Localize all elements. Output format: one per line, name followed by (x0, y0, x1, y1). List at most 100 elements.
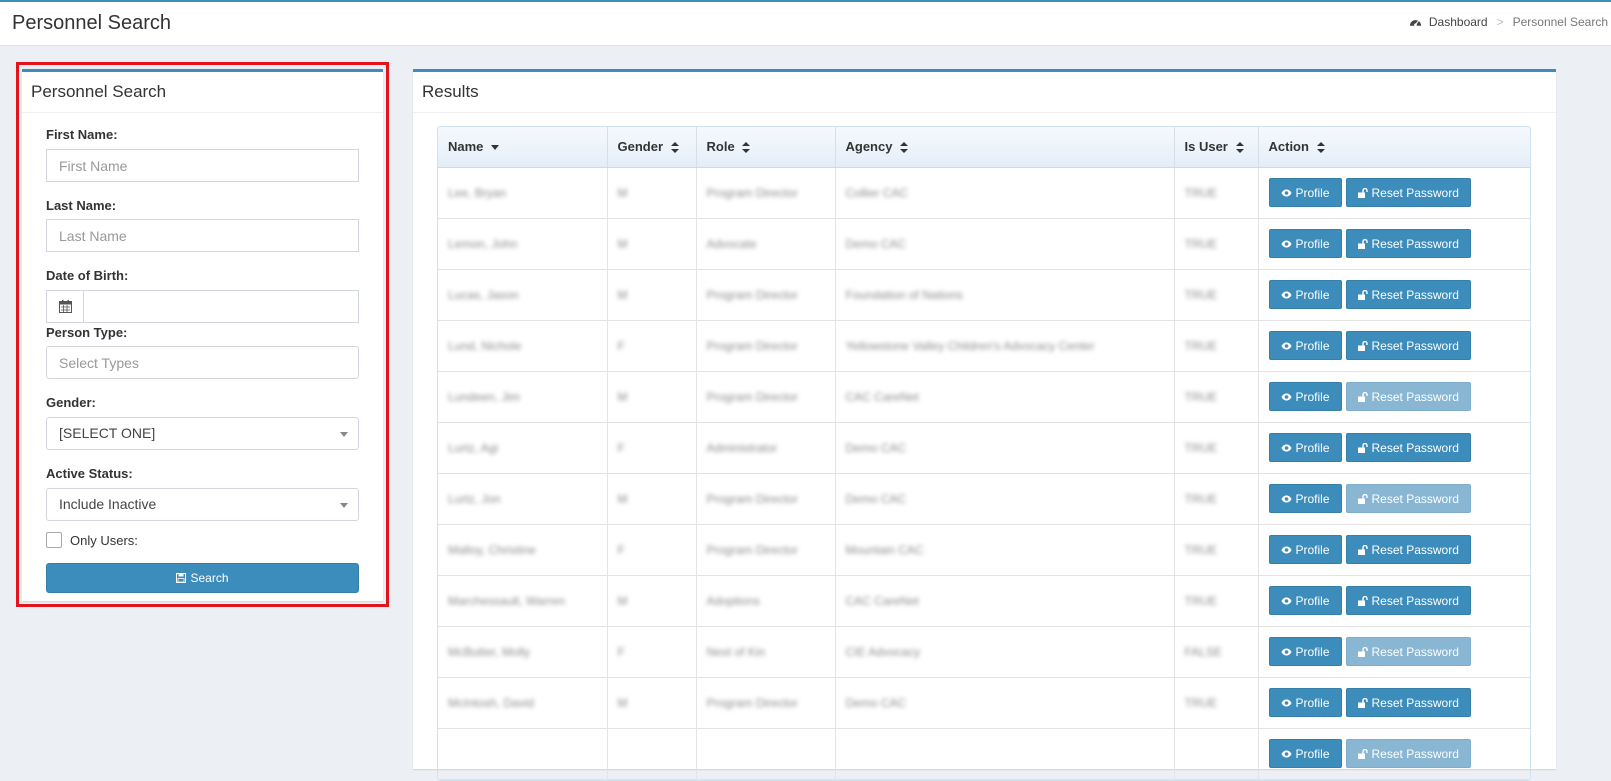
dob-input[interactable] (84, 291, 358, 322)
reset-password-button[interactable]: Reset Password (1345, 739, 1471, 768)
chevron-down-icon (340, 432, 348, 437)
cell-name: Lurtz, Jon (438, 473, 608, 525)
cell-agency: Demo CAC (835, 677, 1175, 729)
cell-is-user: TRUE (1174, 320, 1259, 372)
cell-agency: CAC CareNet (835, 371, 1175, 423)
cell-role: Program Director (696, 167, 836, 219)
person-type-label: Person Type: (46, 325, 128, 340)
first-name-input[interactable] (46, 149, 359, 182)
profile-button-label: Profile (1295, 185, 1330, 200)
cell-action: Profile Reset Password (1258, 422, 1530, 474)
profile-button[interactable]: Profile (1268, 331, 1342, 360)
cell-name (438, 728, 608, 780)
cell-role: Administrator (696, 422, 836, 474)
reset-password-button[interactable]: Reset Password (1345, 331, 1471, 360)
reset-password-button[interactable]: Reset Password (1345, 688, 1471, 717)
cell-agency: Demo CAC (835, 422, 1175, 474)
eye-icon (1281, 750, 1291, 757)
cell-name: Malloy, Christine (438, 524, 608, 576)
dob-label: Date of Birth: (46, 268, 129, 283)
person-type-select[interactable] (46, 346, 359, 379)
unlock-icon (1357, 442, 1368, 453)
last-name-input[interactable] (46, 219, 359, 252)
reset-password-button-label: Reset Password (1371, 440, 1459, 455)
profile-button[interactable]: Profile (1268, 586, 1342, 615)
results-table-wrapper: Name Gender Role Agency Is User Action L… (437, 126, 1531, 781)
reset-password-button-label: Reset Password (1371, 185, 1459, 200)
cell-role: Program Director (696, 473, 836, 525)
cell-gender: M (607, 269, 697, 321)
cell-gender: F (607, 626, 697, 678)
table-row: Lucas, Jason M Program Director Foundation … (438, 269, 1530, 321)
cell-action: Profile Reset Password (1258, 626, 1530, 678)
cell-is-user: TRUE (1174, 218, 1259, 270)
reset-password-button[interactable]: Reset Password (1345, 229, 1471, 258)
profile-button[interactable]: Profile (1268, 535, 1342, 564)
column-header-action[interactable]: Action (1258, 127, 1530, 168)
profile-button[interactable]: Profile (1268, 178, 1342, 207)
cell-is-user (1174, 728, 1259, 780)
reset-password-button-label: Reset Password (1371, 644, 1459, 659)
profile-button[interactable]: Profile (1268, 433, 1342, 462)
dob-field (46, 290, 359, 323)
profile-button-label: Profile (1295, 440, 1330, 455)
cell-is-user: TRUE (1174, 524, 1259, 576)
column-header-role[interactable]: Role (696, 127, 836, 168)
reset-password-button-label: Reset Password (1371, 389, 1459, 404)
gender-selected-value: [SELECT ONE] (59, 425, 156, 441)
cell-name: McButter, Molly (438, 626, 608, 678)
results-table-body: Lee, Bryan M Program Director Collier CAC TR… (438, 167, 1530, 780)
reset-password-button[interactable]: Reset Password (1345, 535, 1471, 564)
gender-select[interactable]: [SELECT ONE] (46, 417, 359, 450)
cell-gender: M (607, 371, 697, 423)
cell-gender: M (607, 677, 697, 729)
column-header-is-user[interactable]: Is User (1174, 127, 1259, 168)
cell-name: Marchessault, Warren (438, 575, 608, 627)
unlock-icon (1357, 238, 1368, 249)
profile-button[interactable]: Profile (1268, 382, 1342, 411)
reset-password-button[interactable]: Reset Password (1345, 484, 1471, 513)
calendar-addon[interactable] (47, 291, 84, 322)
cell-action: Profile Reset Password (1258, 269, 1530, 321)
cell-is-user: TRUE (1174, 422, 1259, 474)
reset-password-button[interactable]: Reset Password (1345, 586, 1471, 615)
profile-button[interactable]: Profile (1268, 280, 1342, 309)
unlock-icon (1357, 289, 1368, 300)
reset-password-button[interactable]: Reset Password (1345, 433, 1471, 462)
breadcrumb-dashboard-link[interactable]: Dashboard (1429, 15, 1488, 29)
cell-gender: M (607, 473, 697, 525)
breadcrumb-separator: > (1496, 15, 1504, 29)
column-header-agency[interactable]: Agency (835, 127, 1175, 168)
sort-icon (1235, 142, 1244, 154)
column-header-gender[interactable]: Gender (607, 127, 697, 168)
profile-button[interactable]: Profile (1268, 229, 1342, 258)
profile-button[interactable]: Profile (1268, 484, 1342, 513)
table-row: Lurtz, Jon M Program Director Demo CAC TRUE P… (438, 473, 1530, 525)
reset-password-button[interactable]: Reset Password (1345, 637, 1471, 666)
reset-password-button[interactable]: Reset Password (1345, 382, 1471, 411)
sort-desc-icon (491, 144, 500, 150)
profile-button[interactable]: Profile (1268, 739, 1342, 768)
cell-action: Profile Reset Password (1258, 677, 1530, 729)
cell-name: Lund, Nichole (438, 320, 608, 372)
eye-icon (1281, 240, 1291, 247)
profile-button[interactable]: Profile (1268, 688, 1342, 717)
search-button[interactable]: Search (46, 563, 359, 593)
first-name-label: First Name: (46, 127, 118, 142)
cell-action: Profile Reset Password (1258, 728, 1530, 780)
cell-agency: CIE Advocacy (835, 626, 1175, 678)
reset-password-button[interactable]: Reset Password (1345, 280, 1471, 309)
table-row: Lee, Bryan M Program Director Collier CAC TR… (438, 167, 1530, 219)
reset-password-button[interactable]: Reset Password (1345, 178, 1471, 207)
active-status-select[interactable]: Include Inactive (46, 488, 359, 521)
only-users-checkbox[interactable] (46, 532, 62, 548)
column-header-name[interactable]: Name (438, 127, 608, 168)
chevron-down-icon (340, 503, 348, 508)
unlock-icon (1357, 187, 1368, 198)
eye-icon (1281, 648, 1291, 655)
unlock-icon (1357, 493, 1368, 504)
profile-button[interactable]: Profile (1268, 637, 1342, 666)
unlock-icon (1357, 697, 1368, 708)
cell-role: Program Director (696, 320, 836, 372)
cell-name: McIntosh, David (438, 677, 608, 729)
